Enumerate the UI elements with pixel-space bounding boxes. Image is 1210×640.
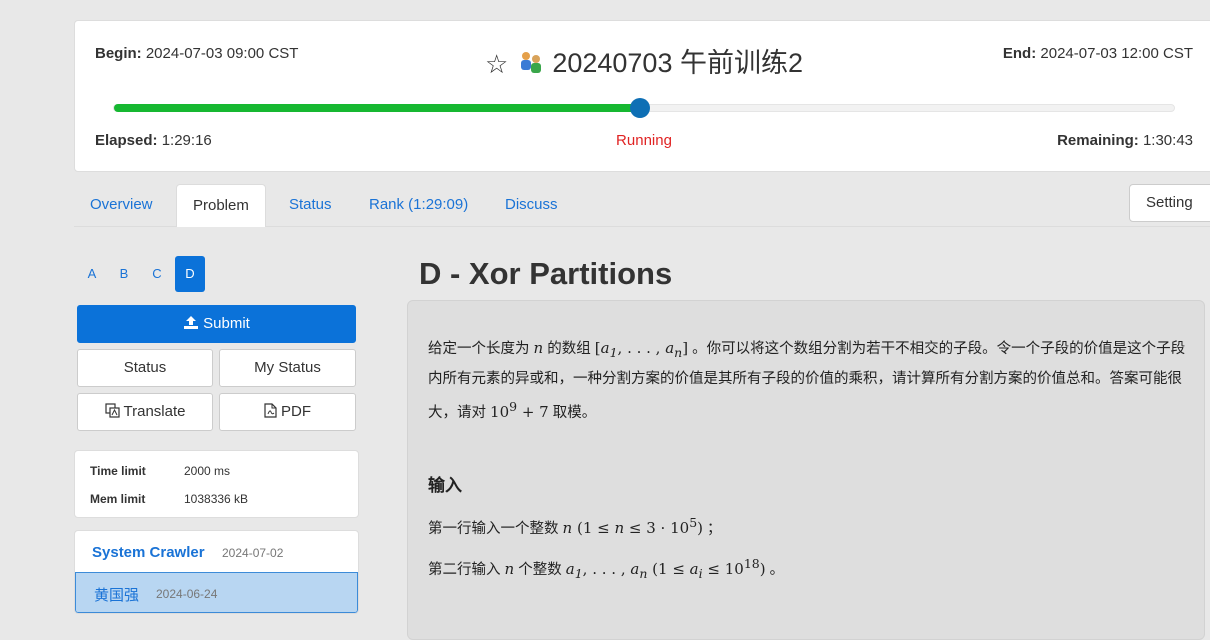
remaining-time: Remaining: 1:30:43	[1057, 132, 1193, 149]
math-modulus: 109 + 7	[490, 399, 549, 421]
input-line-2: 第二行输入 n 个整数 a1, . . . , an (1 ≤ ai ≤ 101…	[428, 550, 1188, 587]
problem-title: D - Xor Partitions	[419, 256, 673, 291]
problem-link-b[interactable]: B	[109, 256, 139, 292]
progress-track	[113, 98, 1175, 118]
pdf-icon	[264, 402, 277, 418]
limits-panel: Time limit 2000 ms Mem limit 1038336 kB	[74, 450, 359, 518]
progress-handle[interactable]	[629, 98, 650, 118]
author-date: 2024-06-24	[156, 587, 218, 601]
team-icon	[521, 51, 542, 73]
contest-tabs: Overview Problem Status Rank (1:29:09) D…	[74, 184, 1210, 227]
author-item-selected[interactable]: 黄国强 2024-06-24	[75, 572, 358, 613]
tab-overview[interactable]: Overview	[74, 184, 169, 226]
mem-limit-value: 1038336 kB	[184, 492, 249, 506]
desc-text: 给定一个长度为	[428, 341, 530, 357]
math-n-constraint: n (1 ≤ n ≤ 3 · 105)	[562, 515, 703, 537]
input-text: 第二行输入	[428, 562, 501, 578]
remaining-value: 1:30:43	[1142, 132, 1193, 149]
end-value: 2024-07-03 12:00 CST	[1040, 45, 1193, 62]
author-list: System Crawler 2024-07-02 黄国强 2024-06-24	[74, 530, 359, 614]
input-text: 个整数	[518, 562, 562, 578]
submit-label: Submit	[203, 315, 250, 332]
input-heading: 输入	[428, 476, 462, 495]
time-limit-value: 2000 ms	[184, 464, 231, 478]
desc-text: 取模。	[552, 405, 597, 421]
problem-description: 给定一个长度为 n 的数组 [a1, . . . , an] 。你可以将这个数组…	[428, 335, 1188, 427]
setting-button[interactable]: Setting	[1129, 184, 1210, 222]
translate-button[interactable]: Translate	[77, 393, 213, 431]
math-array: [a1, . . . , an]	[594, 339, 689, 360]
tab-discuss[interactable]: Discuss	[489, 184, 574, 226]
pdf-button[interactable]: PDF	[219, 393, 356, 431]
problem-link-d[interactable]: D	[175, 256, 205, 292]
pdf-label: PDF	[281, 403, 311, 420]
tab-status[interactable]: Status	[273, 184, 348, 226]
translate-icon	[104, 402, 120, 418]
contest-status: Running	[616, 132, 672, 149]
status-button[interactable]: Status	[77, 349, 213, 387]
remaining-label: Remaining:	[1057, 132, 1139, 149]
contest-header: Begin: 2024-07-03 09:00 CST ☆ 20240703 午…	[74, 20, 1210, 172]
tab-rank[interactable]: Rank (1:29:09)	[353, 184, 484, 226]
end-label: End:	[1002, 45, 1037, 62]
author-name[interactable]: System Crawler	[92, 544, 205, 561]
math-a-constraint: a1, . . . , an (1 ≤ ai ≤ 1018)	[565, 556, 766, 581]
star-icon[interactable]: ☆	[485, 49, 508, 79]
progress-fill	[114, 104, 640, 112]
submit-button[interactable]: Submit	[77, 305, 356, 343]
math-n: n	[504, 560, 515, 578]
time-limit-label: Time limit	[90, 464, 146, 478]
end-time: End: 2024-07-03 12:00 CST	[1003, 45, 1193, 62]
author-name[interactable]: 黄国强	[94, 584, 139, 605]
author-date: 2024-07-02	[222, 546, 284, 560]
problem-link-a[interactable]: A	[77, 256, 107, 292]
upload-icon	[184, 315, 199, 329]
my-status-button[interactable]: My Status	[219, 349, 356, 387]
input-text: 第一行输入一个整数	[428, 521, 559, 537]
problem-link-c[interactable]: C	[142, 256, 172, 292]
desc-text: 的数组	[547, 341, 591, 357]
mem-limit-label: Mem limit	[90, 492, 146, 506]
tab-problem[interactable]: Problem	[176, 184, 266, 227]
input-line-1: 第一行输入一个整数 n (1 ≤ n ≤ 3 · 105) ；	[428, 509, 1188, 543]
problem-statement: 给定一个长度为 n 的数组 [a1, . . . , an] 。你可以将这个数组…	[407, 300, 1205, 640]
translate-label: Translate	[123, 403, 186, 420]
input-text: 。	[769, 562, 785, 578]
input-text: ；	[707, 521, 722, 537]
math-n: n	[533, 339, 544, 357]
contest-title: 20240703 午前训练2	[552, 48, 803, 78]
